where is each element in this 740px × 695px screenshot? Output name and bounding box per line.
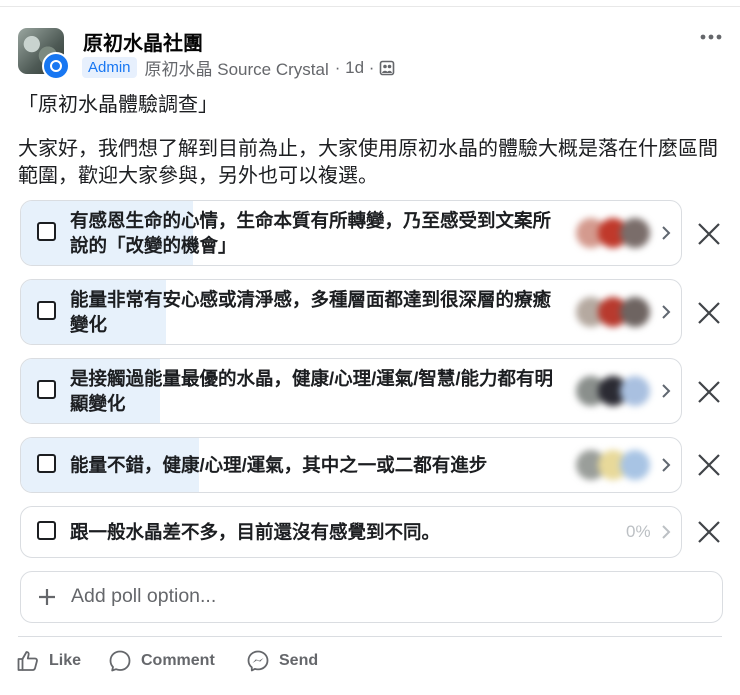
- vote-percent[interactable]: 0%: [626, 522, 651, 542]
- add-poll-option-button[interactable]: Add poll option...: [20, 571, 723, 623]
- poll-option[interactable]: 有感恩生命的心情，生命本質有所轉變，乃至感受到文案所說的「改變的機會」: [20, 200, 682, 266]
- poll-checkbox[interactable]: [37, 454, 56, 473]
- chevron-right-icon[interactable]: [661, 524, 671, 540]
- poll-checkbox[interactable]: [37, 521, 56, 540]
- audience-icon: [379, 60, 395, 76]
- voter-avatars[interactable]: [574, 376, 660, 406]
- post-title: 「原初水晶體驗調查」: [18, 94, 218, 116]
- poll-option[interactable]: 能量非常有安心感或清淨感，多種層面都達到很深層的療癒變化: [20, 279, 682, 345]
- poll-option-text: 是接觸過能量最優的水晶，健康/心理/運氣/智慧/能力都有明顯變化: [70, 368, 554, 414]
- poll-option-text: 有感恩生命的心情，生命本質有所轉變，乃至感受到文案所說的「改變的機會」: [70, 210, 552, 256]
- remove-option-icon[interactable]: [696, 519, 722, 545]
- voter-avatars[interactable]: [574, 218, 660, 248]
- admin-badge: Admin: [82, 57, 137, 78]
- poll-option-text: 能量不錯，健康/心理/運氣，其中之一或二都有進步: [70, 454, 488, 476]
- poll-checkbox[interactable]: [37, 222, 56, 241]
- poll-option-text: 跟一般水晶差不多，目前還沒有感覺到不同。: [70, 521, 441, 543]
- comment-button[interactable]: Comment: [108, 648, 215, 674]
- poll-option[interactable]: 是接觸過能量最優的水晶，健康/心理/運氣/智慧/能力都有明顯變化: [20, 358, 682, 424]
- poll-checkbox[interactable]: [37, 301, 56, 320]
- post-body: 大家好，我們想了解到目前為止，大家使用原初水晶的體驗大概是落在什麼區間範圍，歡迎…: [18, 138, 718, 187]
- remove-option-icon[interactable]: [696, 379, 722, 405]
- group-avatar[interactable]: [18, 28, 70, 80]
- poll-option-text: 能量非常有安心感或清淨感，多種層面都達到很深層的療癒變化: [70, 289, 552, 335]
- comment-label: Comment: [141, 652, 215, 669]
- chevron-right-icon[interactable]: [661, 457, 671, 473]
- send-button[interactable]: Send: [246, 648, 318, 674]
- add-poll-option-label: Add poll option...: [71, 585, 217, 607]
- like-button[interactable]: Like: [16, 648, 81, 674]
- remove-option-icon[interactable]: [696, 221, 722, 247]
- comment-icon: [109, 650, 131, 672]
- voter-avatars[interactable]: [574, 297, 660, 327]
- post-time[interactable]: · 1d ·: [335, 58, 375, 78]
- thumbs-up-icon: [17, 651, 38, 671]
- top-divider: [0, 6, 740, 7]
- chevron-right-icon[interactable]: [661, 383, 671, 399]
- chevron-right-icon[interactable]: [661, 304, 671, 320]
- group-name[interactable]: 原初水晶社團: [83, 27, 203, 56]
- send-label: Send: [279, 652, 319, 669]
- poll-option[interactable]: 能量不錯，健康/心理/運氣，其中之一或二都有進步: [20, 437, 682, 493]
- verified-badge-icon: [42, 52, 70, 80]
- actions-divider: [18, 636, 722, 637]
- remove-option-icon[interactable]: [696, 452, 722, 478]
- voter-avatars[interactable]: [574, 450, 660, 480]
- like-label: Like: [49, 652, 82, 669]
- more-options-icon[interactable]: [698, 30, 724, 44]
- remove-option-icon[interactable]: [696, 300, 722, 326]
- plus-icon: [39, 589, 55, 605]
- poll-option[interactable]: 跟一般水晶差不多，目前還沒有感覺到不同。 0%: [20, 506, 682, 558]
- post-meta: Admin 原初水晶 Source Crystal · 1d ·: [82, 55, 395, 80]
- author-name[interactable]: 原初水晶 Source Crystal: [145, 55, 329, 80]
- messenger-icon: [247, 650, 269, 672]
- chevron-right-icon[interactable]: [661, 225, 671, 241]
- poll-checkbox[interactable]: [37, 380, 56, 399]
